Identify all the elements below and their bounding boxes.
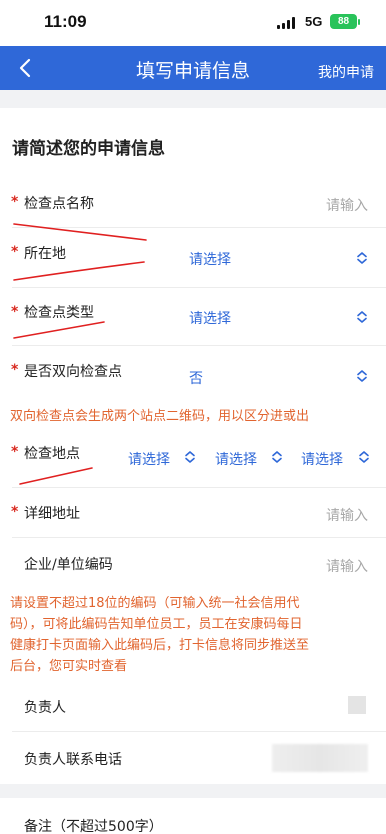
company-code-hint: 请设置不超过18位的编码（可输入统一社会信用代 码），可将此编码告知单位员工，员…	[10, 593, 309, 677]
hint-line: 码），可将此编码告知单位员工，员工在安康码每日	[10, 617, 303, 632]
person-in-charge-label: 负责人	[24, 700, 66, 716]
chevron-updown-icon	[357, 370, 367, 382]
battery-icon: 88	[330, 14, 357, 29]
remark-label: 备注（不超过500字）	[24, 819, 163, 834]
bidirectional-row[interactable]: * 是否双向检查点 否	[0, 346, 386, 400]
checkpoint-type-label: 检查点类型	[24, 305, 94, 321]
province-select[interactable]: 请选择	[128, 449, 170, 469]
chevron-updown-icon	[357, 252, 367, 264]
bidirectional-label: 是否双向检查点	[24, 364, 122, 380]
app-page: 11:09 5G 88 填写申请信息 我的申请 请简述您的申请信息 * 检查点名…	[0, 0, 386, 834]
company-code-label: 企业/单位编码	[24, 557, 113, 573]
location-row[interactable]: * 所在地 请选择	[0, 228, 386, 288]
checkpoint-name-input[interactable]: 请输入	[326, 195, 368, 215]
location-label: 所在地	[24, 246, 66, 262]
bidirectional-hint: 双向检查点会生成两个站点二维码，用以区分进或出	[10, 409, 310, 424]
detail-address-input[interactable]: 请输入	[326, 505, 368, 525]
city-select[interactable]: 请选择	[215, 449, 257, 469]
chevron-updown-icon	[359, 451, 369, 463]
contact-phone-label: 负责人联系电话	[24, 752, 122, 768]
required-mark: *	[11, 304, 19, 320]
chevron-updown-icon	[357, 311, 367, 323]
checkpoint-name-label: 检查点名称	[24, 196, 94, 212]
section-title: 请简述您的申请信息	[12, 139, 165, 159]
battery-tip	[358, 19, 360, 25]
my-applications-link[interactable]: 我的申请	[318, 62, 374, 82]
chevron-updown-icon	[185, 451, 195, 463]
company-code-row[interactable]: 企业/单位编码 请输入	[0, 538, 386, 590]
hint-line: 健康打卡页面输入此编码后，打卡信息将同步推送至	[10, 638, 310, 653]
redacted-phone	[272, 744, 368, 772]
checkpoint-type-select[interactable]: 请选择	[189, 308, 231, 328]
check-location-row: * 检查地点 请选择 请选择 请选择	[0, 430, 386, 488]
district-select[interactable]: 请选择	[301, 449, 343, 469]
section-gap	[0, 784, 386, 798]
remark-row[interactable]: 备注（不超过500字）	[0, 798, 386, 834]
status-bar: 11:09 5G 88	[0, 0, 386, 46]
required-mark: *	[11, 504, 19, 520]
section-gap	[0, 90, 386, 108]
contact-phone-row[interactable]: 负责人联系电话	[0, 732, 386, 784]
hint-line: 请设置不超过18位的编码（可输入统一社会信用代	[10, 596, 300, 611]
chevron-updown-icon	[272, 451, 282, 463]
hint-line: 后台，您可实时查看	[10, 659, 128, 674]
nav-bar: 填写申请信息 我的申请	[0, 46, 386, 90]
checkpoint-name-row[interactable]: * 检查点名称 请输入	[0, 180, 386, 228]
check-location-label: 检查地点	[24, 446, 80, 462]
required-mark: *	[11, 444, 19, 460]
redacted-value	[348, 696, 366, 714]
required-mark: *	[11, 194, 19, 210]
required-mark: *	[11, 244, 19, 260]
checkpoint-type-row[interactable]: * 检查点类型 请选择	[0, 288, 386, 346]
network-type: 5G	[305, 14, 323, 29]
detail-address-row[interactable]: * 详细地址 请输入	[0, 488, 386, 538]
signal-icon	[277, 17, 299, 29]
location-select[interactable]: 请选择	[189, 249, 231, 269]
required-mark: *	[11, 362, 19, 378]
bidirectional-select[interactable]: 否	[189, 368, 203, 388]
status-time: 11:09	[44, 12, 87, 31]
person-in-charge-row[interactable]: 负责人	[0, 682, 386, 732]
company-code-input[interactable]: 请输入	[326, 556, 368, 576]
detail-address-label: 详细地址	[24, 506, 80, 522]
